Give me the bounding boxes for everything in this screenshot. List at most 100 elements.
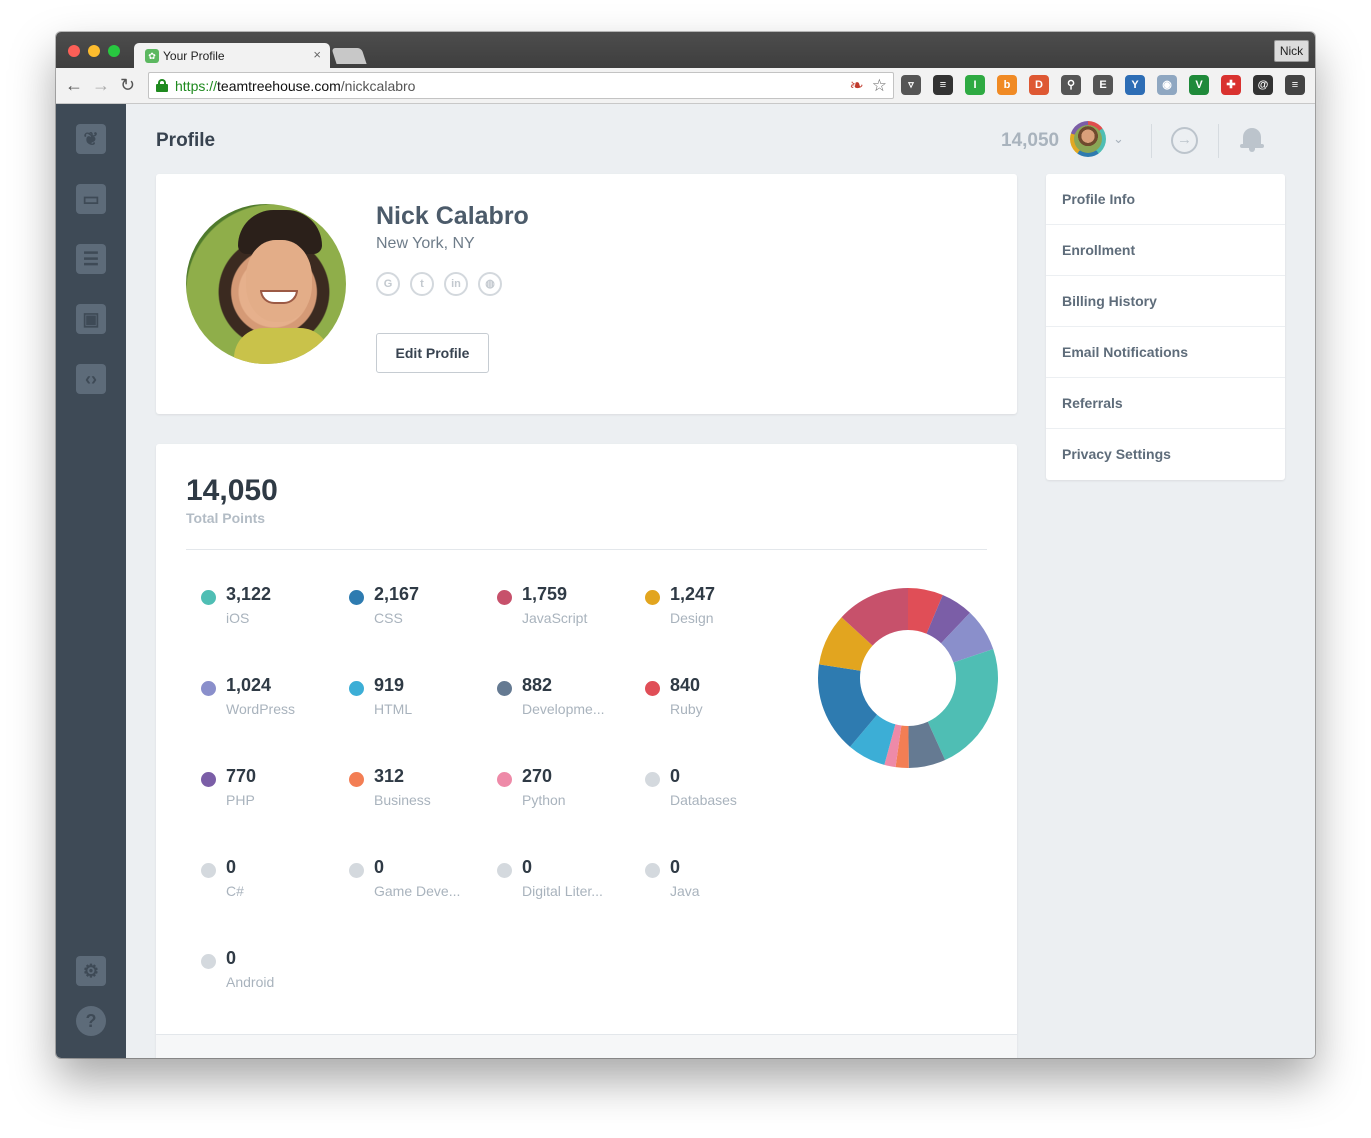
menu-item-email-notifications[interactable]: Email Notifications bbox=[1046, 327, 1285, 378]
points-stat-value: 0 bbox=[374, 857, 385, 877]
social-links: Gt in ◍ bbox=[376, 272, 512, 296]
profile-location: New York, NY bbox=[376, 235, 475, 252]
points-stat-value: 1,759 bbox=[522, 584, 568, 604]
buffer-extension-icon[interactable]: ≡ bbox=[933, 75, 953, 95]
new-tab-button[interactable] bbox=[331, 48, 367, 64]
v-extension-icon[interactable]: V bbox=[1189, 75, 1209, 95]
community-icon[interactable]: ▣ bbox=[76, 304, 106, 334]
points-stat-label: Digital Liter... bbox=[522, 883, 603, 899]
menu-item-billing-history[interactable]: Billing History bbox=[1046, 276, 1285, 327]
library-icon[interactable]: ▭ bbox=[76, 184, 106, 214]
edit-profile-button[interactable]: Edit Profile bbox=[376, 333, 489, 373]
at-extension-icon[interactable]: @ bbox=[1253, 75, 1273, 95]
twitter-icon[interactable]: t bbox=[410, 272, 434, 296]
points-stat-value: 270 bbox=[522, 766, 553, 786]
puzzle-extension-icon[interactable]: ✚ bbox=[1221, 75, 1241, 95]
profile-card: Nick Calabro New York, NY Gt in ◍ Edit Pro… bbox=[156, 174, 1017, 414]
points-stat-value: 312 bbox=[374, 766, 405, 786]
sign-out-icon[interactable]: → bbox=[1171, 127, 1198, 154]
tab-close-icon[interactable]: × bbox=[313, 47, 321, 62]
orange-extension-icon[interactable]: b bbox=[997, 75, 1017, 95]
divider bbox=[186, 549, 987, 550]
chevron-down-icon[interactable]: ⌄ bbox=[1113, 131, 1124, 147]
github-icon[interactable]: G bbox=[376, 272, 400, 296]
menu-item-profile-info[interactable]: Profile Info bbox=[1046, 174, 1285, 225]
evernote-extension-icon[interactable]: E bbox=[1093, 75, 1113, 95]
menu-item-referrals[interactable]: Referrals bbox=[1046, 378, 1285, 429]
linkedin-icon[interactable]: in bbox=[444, 272, 468, 296]
points-card: 14,050 Total Points 3,122 iOS 2,167 CSS 1,75… bbox=[156, 444, 1017, 1058]
bookmark-star-icon[interactable]: ☆ bbox=[872, 76, 887, 95]
secure-lock-icon bbox=[156, 79, 168, 92]
profile-user-button[interactable]: Nick bbox=[1274, 40, 1309, 62]
points-stat-label: Ruby bbox=[670, 701, 703, 717]
treehouse-logo-icon[interactable]: ❦ bbox=[76, 124, 106, 154]
legend-dot bbox=[497, 863, 512, 878]
legend-dot bbox=[201, 954, 216, 969]
legend-dot bbox=[349, 772, 364, 787]
points-stat: 0 Java bbox=[645, 857, 795, 917]
points-stat: 3,122 iOS bbox=[201, 584, 351, 644]
menu-item-enrollment[interactable]: Enrollment bbox=[1046, 225, 1285, 276]
url-scheme: https:// bbox=[175, 78, 218, 94]
legend-dot bbox=[645, 772, 660, 787]
points-stat-label: Design bbox=[670, 610, 714, 626]
points-stat-label: Game Deve... bbox=[374, 883, 461, 899]
workspaces-icon[interactable]: ‹› bbox=[76, 364, 106, 394]
help-icon[interactable]: ? bbox=[76, 1006, 106, 1036]
green-extension-icon[interactable]: I bbox=[965, 75, 985, 95]
minimize-window-icon[interactable] bbox=[88, 45, 100, 57]
points-stat-label: iOS bbox=[226, 610, 250, 626]
legend-dot bbox=[497, 681, 512, 696]
y-extension-icon[interactable]: Y bbox=[1125, 75, 1145, 95]
total-points-label: Total Points bbox=[186, 510, 266, 526]
maximize-window-icon[interactable] bbox=[108, 45, 120, 57]
points-stat: 0 Android bbox=[201, 948, 351, 1008]
points-stat: 1,247 Design bbox=[645, 584, 795, 644]
tracks-icon[interactable]: ☰ bbox=[76, 244, 106, 274]
duckduckgo-extension-icon[interactable]: D bbox=[1029, 75, 1049, 95]
points-stat: 0 Databases bbox=[645, 766, 795, 826]
points-stat-label: Developme... bbox=[522, 701, 605, 717]
header-divider bbox=[1218, 124, 1219, 158]
notifications-bell-icon[interactable] bbox=[1240, 126, 1264, 152]
website-icon[interactable]: ◍ bbox=[478, 272, 502, 296]
points-stat-label: Business bbox=[374, 792, 431, 808]
points-stat: 840 Ruby bbox=[645, 675, 795, 735]
total-points-value: 14,050 bbox=[186, 474, 278, 507]
address-bar[interactable]: https://teamtreehouse.com/nickcalabro ❧ ☆ bbox=[148, 72, 894, 99]
lastpass-icon[interactable]: ❧ bbox=[850, 76, 864, 95]
points-stat-value: 770 bbox=[226, 766, 257, 786]
legend-dot bbox=[349, 590, 364, 605]
points-stat-value: 919 bbox=[374, 675, 405, 695]
menu-extension-icon[interactable]: ≡ bbox=[1285, 75, 1305, 95]
profile-name: Nick Calabro bbox=[376, 202, 529, 230]
browser-titlebar: ✿ Your Profile × Nick bbox=[56, 32, 1315, 68]
legend-dot bbox=[201, 772, 216, 787]
points-stat-value: 0 bbox=[670, 766, 681, 786]
settings-icon[interactable]: ⚙ bbox=[76, 956, 106, 986]
treehouse-favicon-icon: ✿ bbox=[145, 49, 159, 63]
pocket-extension-icon[interactable]: ▿ bbox=[901, 75, 921, 95]
points-footer bbox=[156, 1034, 1017, 1058]
points-stat: 1,759 JavaScript bbox=[497, 584, 647, 644]
points-stat: 312 Business bbox=[349, 766, 499, 826]
points-stat: 0 C# bbox=[201, 857, 351, 917]
url-text[interactable]: https://teamtreehouse.com/nickcalabro bbox=[175, 78, 415, 94]
page-title: Profile bbox=[156, 130, 216, 151]
forward-icon[interactable]: → bbox=[92, 75, 110, 96]
menu-item-privacy-settings[interactable]: Privacy Settings bbox=[1046, 429, 1285, 480]
camera-extension-icon[interactable]: ◉ bbox=[1157, 75, 1177, 95]
close-window-icon[interactable] bbox=[68, 45, 80, 57]
reload-icon[interactable]: ↻ bbox=[120, 75, 135, 96]
browser-tab[interactable]: ✿ Your Profile × bbox=[134, 43, 330, 68]
donut-slice-3[interactable] bbox=[927, 649, 998, 761]
points-stat-value: 0 bbox=[522, 857, 533, 877]
tool-extension-icon[interactable]: ⚲ bbox=[1061, 75, 1081, 95]
back-icon[interactable]: ← bbox=[65, 75, 83, 96]
header-avatar[interactable] bbox=[1070, 121, 1106, 157]
browser-window: ✿ Your Profile × Nick ← → ↻ https://team… bbox=[56, 32, 1315, 1058]
legend-dot bbox=[645, 590, 660, 605]
omnibox-actions: ❧ ☆ bbox=[842, 76, 888, 96]
points-stat: 919 HTML bbox=[349, 675, 499, 735]
